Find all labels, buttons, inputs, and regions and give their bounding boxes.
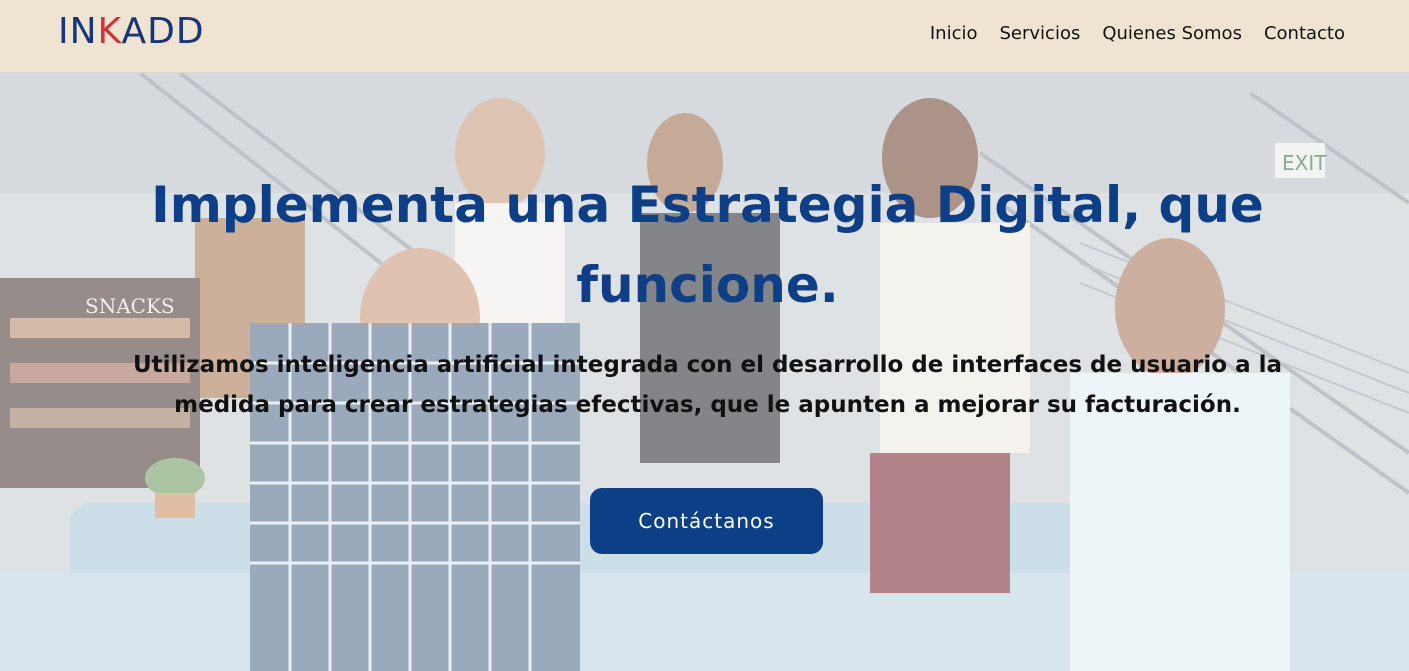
logo-text-prefix: IN	[58, 11, 98, 52]
logo-text-suffix: ADD	[121, 11, 205, 52]
hero-subtext: Utilizamos inteligencia artificial integ…	[132, 352, 1283, 418]
top-navbar: INKADD Inicio Servicios Quienes Somos Co…	[0, 0, 1409, 73]
logo-text-accent: K	[97, 11, 122, 52]
nav-link-inicio[interactable]: Inicio	[930, 20, 978, 48]
nav-link-quienes-somos[interactable]: Quienes Somos	[1102, 20, 1242, 48]
nav-link-servicios[interactable]: Servicios	[1000, 20, 1081, 48]
inkadd-logo[interactable]: INKADD	[58, 13, 205, 51]
hero-headline: Implementa una Estrategia Digital, que f…	[151, 176, 1264, 314]
hero-section: SNACKS EXIT Implementa una Estrategia Di…	[0, 73, 1409, 671]
main-nav: Inicio Servicios Quienes Somos Contacto	[930, 20, 1345, 48]
contact-cta-button[interactable]: Contáctanos	[590, 488, 823, 554]
nav-link-contacto[interactable]: Contacto	[1264, 20, 1345, 48]
